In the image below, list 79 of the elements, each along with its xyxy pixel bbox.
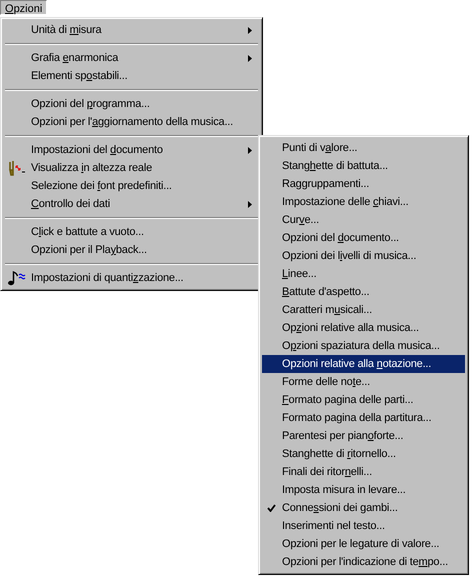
menu-item[interactable]: Finali dei ritornelli... [262, 463, 465, 481]
menu-item-label: Forme delle note... [282, 376, 370, 388]
tuning-fork-icon [7, 160, 27, 176]
menu-item-label: Stanghette di ritornello... [282, 448, 396, 460]
menu-item-label: Elementi spostabili... [31, 70, 128, 82]
menu-item[interactable]: Opzioni spaziatura della musica... [262, 337, 465, 355]
music-note-icon [7, 270, 27, 286]
menu-item[interactable]: Connessioni dei gambi... [262, 499, 465, 517]
menu-item-label: Curve... [282, 214, 319, 226]
menu-item-label: Opzioni relative alla notazione... [282, 358, 432, 370]
menu-item[interactable]: Raggruppamenti... [262, 175, 465, 193]
menu-item[interactable]: Formato pagina della partitura... [262, 409, 465, 427]
menu-item-label: Linee... [282, 268, 316, 280]
menu-item[interactable]: Curve... [262, 211, 465, 229]
menu-item-label: Battute d'aspetto... [282, 286, 370, 298]
menu-item[interactable]: Linee... [262, 265, 465, 283]
menu-item-label: Grafia enarmonica [31, 52, 118, 64]
menu-item[interactable]: Opzioni dei livelli di musica... [262, 247, 465, 265]
menu-item[interactable]: Impostazione delle chiavi... [262, 193, 465, 211]
menu-item-label: Stanghette di battuta... [282, 160, 388, 172]
menu-item-label: Unità di misura [31, 24, 102, 36]
menu-item[interactable]: Grafia enarmonica [4, 49, 259, 67]
menu-item[interactable]: Controllo dei dati [4, 195, 259, 213]
menu-item-label: Impostazioni di quantizzazione... [31, 272, 184, 284]
menu-item-label: Imposta misura in levare... [282, 484, 406, 496]
menu-item[interactable]: Opzioni relative alla musica... [262, 319, 465, 337]
menu-item[interactable]: Inserimenti nel testo... [262, 517, 465, 535]
menu-item-label: Opzioni dei livelli di musica... [282, 250, 416, 262]
menu-item[interactable]: Visualizza in altezza reale [4, 159, 259, 177]
menu-item-label: Opzioni del documento... [282, 232, 399, 244]
menu-item-label: Opzioni per l'indicazione di tempo... [282, 556, 448, 568]
menu-item[interactable]: Selezione dei font predefiniti... [4, 177, 259, 195]
menu-item-label: Click e battute a vuoto... [31, 226, 144, 238]
menu-item[interactable]: Impostazioni di quantizzazione... [4, 269, 259, 287]
submenu-arrow-icon [248, 201, 252, 208]
menu-item[interactable]: Caratteri musicali... [262, 301, 465, 319]
menu-item[interactable]: Formato pagina delle parti... [262, 391, 465, 409]
menu-item-label: Opzioni per le legature di valore... [282, 538, 440, 550]
menu-item[interactable]: Opzioni per l'aggiornamento della musica... [4, 113, 259, 131]
submenu-arrow-icon [248, 147, 252, 154]
submenu-arrow-icon [248, 55, 252, 62]
menu-item-label: Formato pagina delle parti... [282, 394, 414, 406]
menu-item[interactable]: Stanghette di ritornello... [262, 445, 465, 463]
menu-item[interactable]: Opzioni per le legature di valore... [262, 535, 465, 553]
menu-item-label: Punti di valore... [282, 142, 358, 154]
menu-item[interactable]: Opzioni relative alla notazione... [262, 355, 465, 373]
menu-item-label: Caratteri musicali... [282, 304, 372, 316]
menu-item[interactable]: Opzioni per il Playback... [4, 241, 259, 259]
menu-item-label: Impostazione delle chiavi... [282, 196, 408, 208]
menu-item[interactable]: Opzioni del programma... [4, 95, 259, 113]
menu-item-label: Controllo dei dati [31, 198, 110, 210]
menu-item-label: Visualizza in altezza reale [31, 162, 152, 174]
menu-item[interactable]: Imposta misura in levare... [262, 481, 465, 499]
menu-item[interactable]: Elementi spostabili... [4, 67, 259, 85]
menu-item-label: Selezione dei font predefiniti... [31, 180, 172, 192]
menu-item[interactable]: Punti di valore... [262, 139, 465, 157]
menu-item-label: Formato pagina della partitura... [282, 412, 432, 424]
menu-item[interactable]: Opzioni per l'indicazione di tempo... [262, 553, 465, 571]
menu-item[interactable]: Parentesi per pianoforte... [262, 427, 465, 445]
menu-item-label: Opzioni spaziatura della musica... [282, 340, 440, 352]
menu-item-label: Opzioni relative alla musica... [282, 322, 419, 334]
menu-item-label: Raggruppamenti... [282, 178, 370, 190]
menu-item[interactable]: Click e battute a vuoto... [4, 223, 259, 241]
menu-item[interactable]: Opzioni del documento... [262, 229, 465, 247]
menu-item-label: Finali dei ritornelli... [282, 466, 372, 478]
menu-item[interactable]: Unità di misura [4, 21, 259, 39]
menu-item-label: Parentesi per pianoforte... [282, 430, 404, 442]
menu-item[interactable]: Forme delle note... [262, 373, 465, 391]
menu-item-label: Connessioni dei gambi... [282, 502, 398, 514]
menu-item[interactable]: Impostazioni del documento [4, 141, 259, 159]
menu-item-label: Inserimenti nel testo... [282, 520, 385, 532]
menu-item-label: Impostazioni del documento [31, 144, 163, 156]
menu-item-label: Opzioni per il Playback... [31, 244, 147, 256]
menu-item-label: Opzioni del programma... [31, 98, 150, 110]
submenu-arrow-icon [248, 27, 252, 34]
menu-item[interactable]: Battute d'aspetto... [262, 283, 465, 301]
menu-item[interactable]: Stanghette di battuta... [262, 157, 465, 175]
menu-item-label: Opzioni per l'aggiornamento della musica... [31, 116, 234, 128]
menu-bar-item[interactable]: Opzioni [0, 0, 48, 15]
